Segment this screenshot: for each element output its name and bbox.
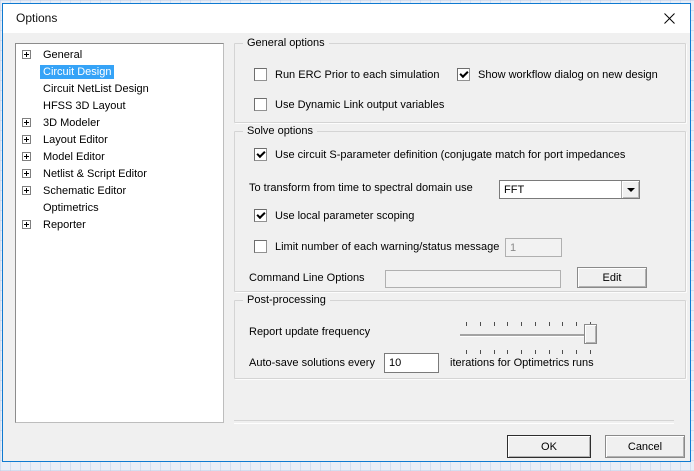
command-line-options-input[interactable]: [385, 270, 561, 288]
solve-options-group: Solve options Use circuit S-parameter de…: [234, 125, 686, 292]
s-parameter-checkbox[interactable]: [254, 148, 267, 161]
autosave-iterations-input[interactable]: [384, 353, 439, 373]
slider-thumb[interactable]: [584, 324, 597, 344]
slider-ticks-bottom: [466, 350, 591, 354]
command-line-options-label: Command Line Options: [249, 272, 365, 284]
dynamic-link-checkbox[interactable]: [254, 98, 267, 111]
expand-plus-icon[interactable]: [22, 118, 31, 127]
expand-plus-icon[interactable]: [22, 152, 31, 161]
autosave-suffix-label: iterations for Optimetrics runs: [450, 357, 594, 369]
report-update-frequency-label: Report update frequency: [249, 326, 371, 338]
group-title: Solve options: [243, 125, 318, 138]
tree-item-general[interactable]: General: [16, 46, 223, 63]
tree-item-optimetrics[interactable]: Optimetrics: [16, 199, 223, 216]
group-title: Post-processing: [243, 294, 330, 307]
expand-plus-icon[interactable]: [22, 169, 31, 178]
expand-plus-icon[interactable]: [22, 135, 31, 144]
footer-separator: [234, 420, 674, 423]
tree-item-reporter[interactable]: Reporter: [16, 216, 223, 233]
tree-item-model-editor[interactable]: Model Editor: [16, 148, 223, 165]
chevron-down-icon: [626, 187, 635, 192]
cancel-button[interactable]: Cancel: [605, 435, 685, 458]
tree-item-3d-modeler[interactable]: 3D Modeler: [16, 114, 223, 131]
transform-domain-label: To transform from time to spectral domai…: [249, 182, 473, 194]
slider-ticks-top: [466, 322, 591, 326]
edit-button[interactable]: Edit: [577, 267, 647, 288]
report-update-frequency-slider[interactable]: [457, 314, 602, 356]
options-dialog: Options General Circuit Design Circuit N…: [2, 3, 691, 462]
ok-button[interactable]: OK: [507, 435, 591, 458]
limit-warning-count-input[interactable]: [505, 238, 562, 257]
group-title: General options: [243, 37, 329, 50]
expand-plus-icon[interactable]: [22, 50, 31, 59]
tree-item-schematic-editor[interactable]: Schematic Editor: [16, 182, 223, 199]
expand-plus-icon[interactable]: [22, 220, 31, 229]
slider-track[interactable]: [460, 334, 597, 336]
general-options-group: General options Run ERC Prior to each si…: [234, 37, 686, 123]
tree-item-circuit-netlist-design[interactable]: Circuit NetList Design: [16, 80, 223, 97]
tree-item-netlist-script-editor[interactable]: Netlist & Script Editor: [16, 165, 223, 182]
transform-domain-select[interactable]: FFT: [499, 180, 640, 199]
limit-warning-checkbox[interactable]: [254, 240, 267, 253]
show-workflow-checkbox[interactable]: [457, 68, 470, 81]
local-scoping-checkbox[interactable]: [254, 209, 267, 222]
post-processing-group: Post-processing Report update frequency …: [234, 294, 686, 379]
autosave-prefix-label: Auto-save solutions every: [249, 357, 375, 369]
combo-dropdown-button[interactable]: [621, 181, 639, 198]
tree-item-circuit-design[interactable]: Circuit Design: [16, 63, 223, 80]
dialog-body: General Circuit Design Circuit NetList D…: [3, 33, 690, 461]
tree-item-layout-editor[interactable]: Layout Editor: [16, 131, 223, 148]
run-erc-checkbox[interactable]: [254, 68, 267, 81]
expand-plus-icon[interactable]: [22, 186, 31, 195]
tree-item-hfss-3d-layout[interactable]: HFSS 3D Layout: [16, 97, 223, 114]
options-category-tree: General Circuit Design Circuit NetList D…: [15, 43, 224, 423]
combo-selected-value: FFT: [504, 183, 525, 196]
